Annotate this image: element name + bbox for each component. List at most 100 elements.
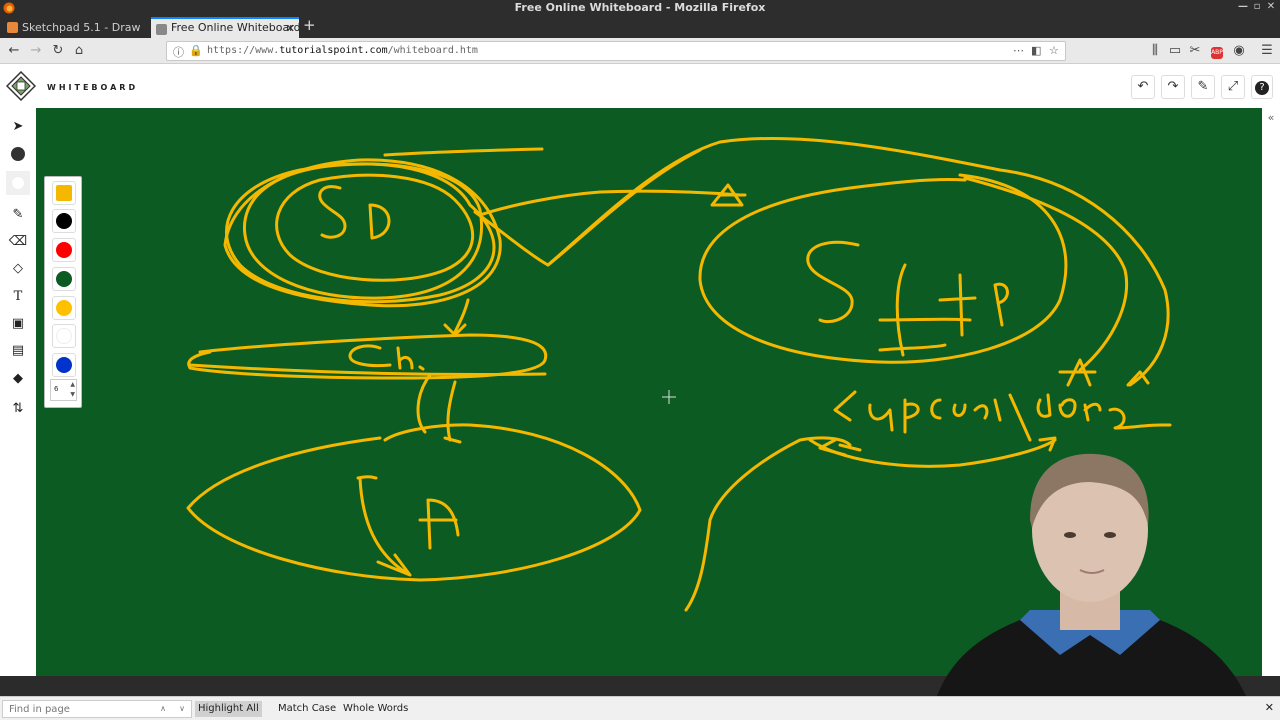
pocket-icon[interactable]: ◧: [1031, 44, 1041, 57]
color-swatch-white[interactable]: [52, 324, 76, 348]
lock-icon[interactable]: 🔒: [189, 44, 203, 57]
color-swatch-blue[interactable]: [52, 353, 76, 377]
match-case-toggle[interactable]: Match Case: [275, 701, 339, 717]
help-button[interactable]: ?: [1251, 75, 1273, 99]
minimize-button[interactable]: —: [1236, 1, 1250, 12]
clear-button[interactable]: ✎: [1191, 75, 1215, 99]
arrowhead-top-right: [710, 183, 747, 207]
filled-circle-icon: [11, 147, 25, 161]
question-icon: ?: [1255, 81, 1269, 95]
select-tool[interactable]: ➤: [6, 115, 30, 139]
fill-color-tool[interactable]: [6, 171, 30, 195]
swatch-color: [56, 271, 72, 287]
sd-top-line: [383, 147, 544, 157]
sd-letter-s: [318, 185, 347, 239]
color-swatch-selected[interactable]: [52, 181, 76, 205]
ch-letters: [348, 344, 425, 371]
whiteboard-logo-icon: [6, 71, 36, 101]
new-tab-button[interactable]: +: [303, 16, 316, 34]
arrowhead-right-1: [1058, 358, 1097, 387]
expand-icon: ⤢: [1227, 79, 1239, 94]
home-button[interactable]: ⌂: [70, 42, 88, 60]
whole-words-toggle[interactable]: Whole Words: [340, 701, 411, 717]
close-window-button[interactable]: ✕: [1264, 1, 1278, 12]
tab-sketchpad[interactable]: Sketchpad 5.1 - Draw: [2, 17, 148, 38]
webcam-overlay: [910, 440, 1270, 720]
pencil-icon: ✎: [12, 207, 24, 222]
close-find-bar-icon[interactable]: ✕: [1265, 701, 1274, 714]
screenshot-icon[interactable]: ✂: [1186, 42, 1204, 60]
sd-letter-d: [368, 203, 391, 240]
bottom-curve-arrow: [684, 436, 852, 612]
stroke-color-tool[interactable]: [6, 142, 30, 166]
redo-icon: ↷: [1167, 79, 1179, 94]
presenter-video-image: [930, 453, 1255, 720]
find-previous-icon[interactable]: ∧: [156, 701, 170, 717]
eraser-icon: ⌫: [8, 234, 28, 249]
brush-size-stepper[interactable]: 6 ▲ ▼: [50, 379, 77, 401]
brand-label: WHITEBOARD: [47, 83, 139, 92]
title-bar: Free Online Whiteboard - Mozilla Firefox…: [0, 0, 1280, 16]
increment-icon[interactable]: ▲: [70, 381, 75, 388]
menu-icon[interactable]: ☰: [1258, 42, 1276, 60]
pencil-tool[interactable]: ✎: [6, 203, 30, 227]
url-bar[interactable]: ⓘ 🔒 https://www.tutorialspoint.com/white…: [166, 41, 1066, 61]
more-actions-icon[interactable]: ⋯: [1013, 44, 1024, 57]
undo-button[interactable]: ↶: [1131, 75, 1155, 99]
sftp-letter-p: [993, 282, 1009, 327]
chat-tool[interactable]: ◆: [6, 367, 30, 391]
broom-icon: ✎: [1197, 79, 1209, 94]
bookmark-star-icon[interactable]: ☆: [1049, 44, 1059, 57]
account-icon[interactable]: ◉: [1230, 42, 1248, 60]
text-icon: T: [13, 289, 23, 304]
redo-button[interactable]: ↷: [1161, 75, 1185, 99]
close-tab-icon[interactable]: ✕: [286, 22, 295, 35]
text-tool[interactable]: T: [6, 285, 30, 309]
tab-whiteboard[interactable]: Free Online Whiteboard ✕: [151, 17, 299, 38]
outer-loop-stroke-2: [963, 176, 1128, 372]
url-text: https://www.tutorialspoint.com/whiteboar…: [207, 45, 478, 56]
fullscreen-button[interactable]: ⤢: [1221, 75, 1245, 99]
app-header: WHITEBOARD ↶ ↷ ✎ ⤢ ?: [0, 64, 1280, 108]
tab-label: Free Online Whiteboard: [171, 21, 299, 34]
find-bar: Find in page ∧ ∨ Highlight All Match Cas…: [0, 696, 1280, 720]
image-tool[interactable]: ▣: [6, 312, 30, 336]
forward-button[interactable]: →: [27, 42, 45, 60]
color-swatch-yellow[interactable]: [52, 296, 76, 320]
window-title: Free Online Whiteboard - Mozilla Firefox: [514, 1, 766, 14]
whiteboard-favicon-icon: [156, 24, 167, 35]
find-next-icon[interactable]: ∨: [175, 701, 189, 717]
shapes-tool[interactable]: ◇: [6, 257, 30, 281]
eraser-tool[interactable]: ⌫: [6, 230, 30, 254]
brush-size-value: 6: [54, 385, 59, 393]
color-swatch-green[interactable]: [52, 267, 76, 291]
decrement-icon[interactable]: ▼: [70, 391, 75, 398]
reload-button[interactable]: ↻: [49, 42, 67, 60]
sidebar-icon[interactable]: ▭: [1166, 42, 1184, 60]
a-inner-letter: [418, 498, 460, 550]
highlight-all-toggle[interactable]: Highlight All: [195, 701, 262, 717]
swatch-color: [56, 213, 72, 229]
collapse-panel-icon[interactable]: «: [1262, 111, 1280, 124]
template-icon: ▤: [11, 343, 25, 358]
template-tool[interactable]: ▤: [6, 339, 30, 363]
import-export-tool[interactable]: ⇅: [6, 397, 30, 421]
sftp-letter-t: [938, 273, 977, 337]
outer-loop-stroke: [546, 136, 1170, 387]
sftp-letter-f: [878, 263, 972, 357]
swatch-color: [56, 185, 72, 201]
link-ch-to-a: [416, 373, 462, 444]
crosshair-cursor-icon: [662, 390, 676, 404]
library-icon[interactable]: ⫼: [1146, 42, 1164, 60]
sketchpad-favicon-icon: [7, 22, 18, 33]
adblock-icon[interactable]: ABP: [1208, 42, 1226, 60]
nav-bar: ← → ↻ ⌂ ⓘ 🔒 https://www.tutorialspoint.c…: [0, 38, 1280, 64]
color-swatch-red[interactable]: [52, 238, 76, 262]
info-icon[interactable]: ⓘ: [173, 44, 184, 60]
color-swatch-black[interactable]: [52, 209, 76, 233]
cursor-arrow-icon: ➤: [12, 119, 24, 134]
up-down-arrows-icon: ⇅: [12, 401, 24, 416]
back-button[interactable]: ←: [5, 42, 23, 60]
chat-bubble-icon: ◆: [13, 371, 23, 386]
maximize-button[interactable]: ▫: [1250, 1, 1264, 12]
